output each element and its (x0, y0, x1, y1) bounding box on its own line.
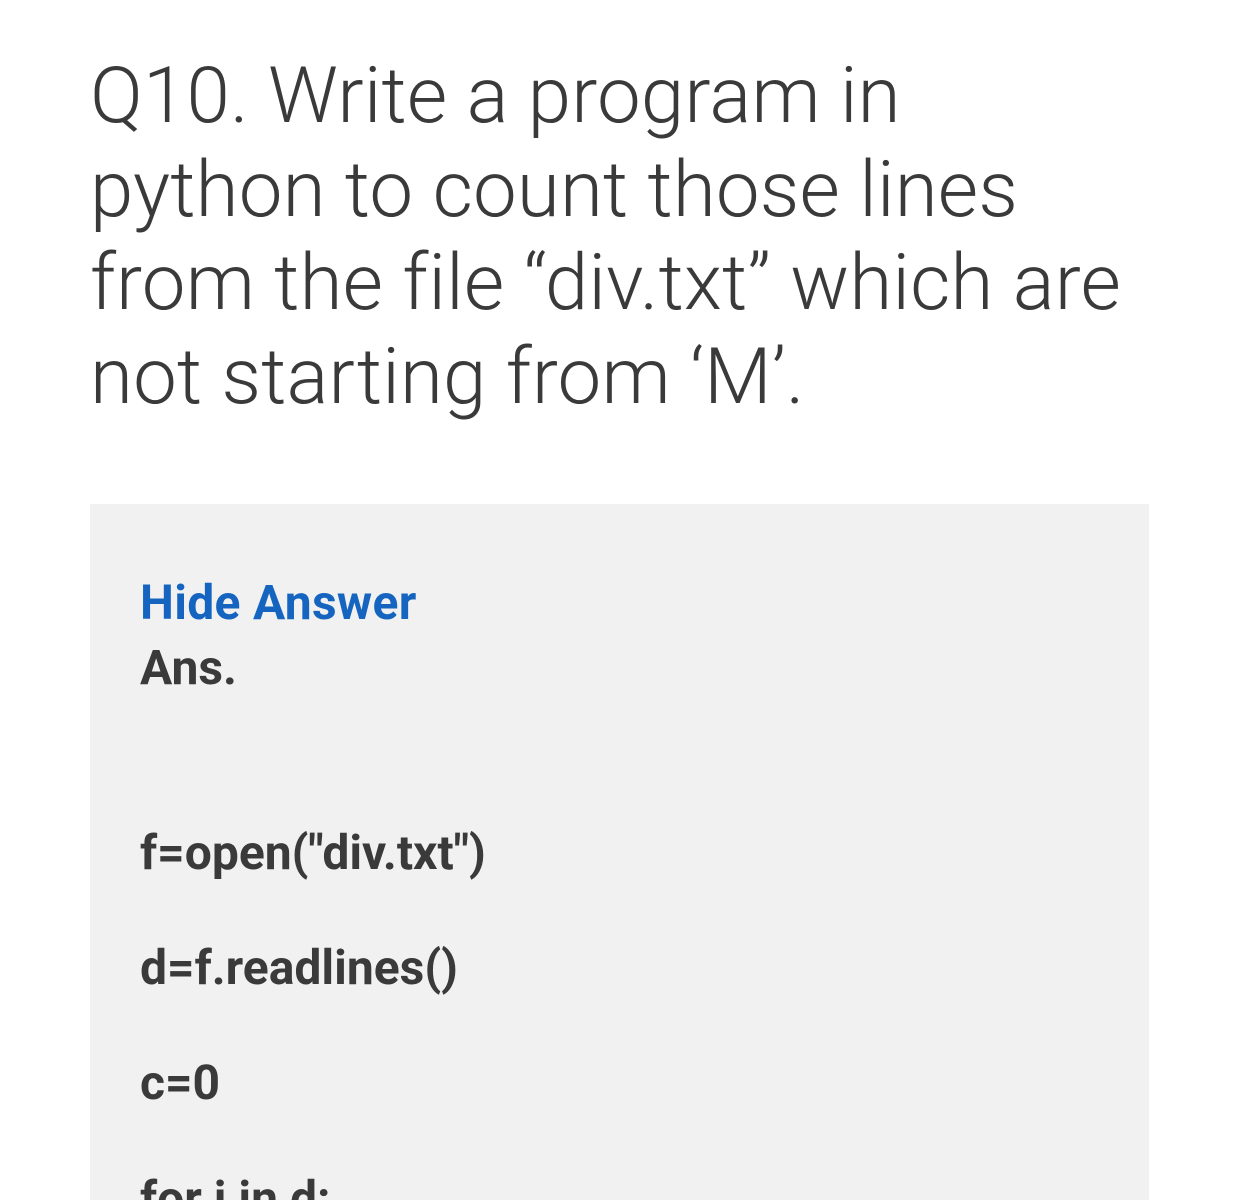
page-container: Q10. Write a program in python to count … (0, 0, 1239, 1200)
answer-code: f=open("div.txt") d=f.readlines() c=0 fo… (140, 766, 1099, 1200)
hide-answer-toggle[interactable]: Hide Answer (140, 574, 1099, 631)
answer-label: Ans. (140, 639, 1099, 696)
code-line: c=0 (140, 1054, 1099, 1112)
code-line: d=f.readlines() (140, 939, 1099, 997)
code-line: for i in d: (140, 1170, 1099, 1200)
question-text: Q10. Write a program in python to count … (90, 50, 1149, 424)
code-line: f=open("div.txt") (140, 824, 1099, 882)
answer-box: Hide Answer Ans. f=open("div.txt") d=f.r… (90, 504, 1149, 1200)
